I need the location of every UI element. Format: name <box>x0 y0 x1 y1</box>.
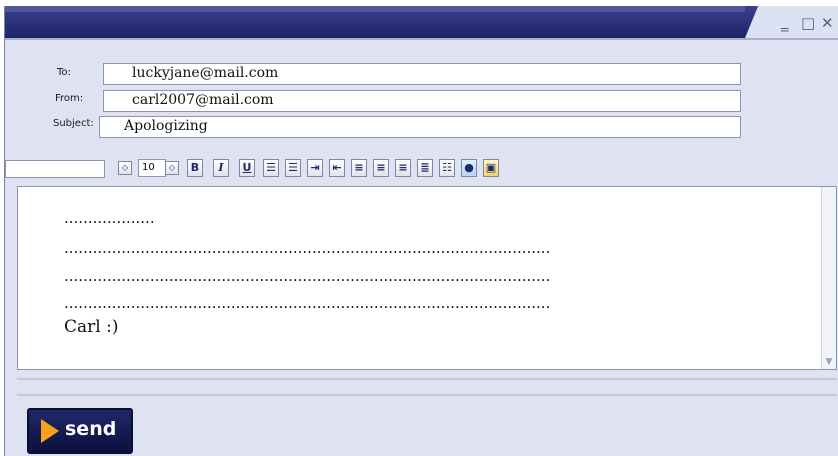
align-right-icon[interactable]: ≡ <box>395 159 411 177</box>
align-center-icon[interactable]: ≡ <box>373 159 389 177</box>
bold-button[interactable]: B <box>187 159 203 177</box>
formatting-toolbar: ◇ 10 ◇ B I U ☰ ☰ ⇥ ⇤ ≡ ≡ ≡ ≣ ☷ ● ▣ <box>5 156 838 184</box>
horizontal-rule-icon[interactable]: ☷ <box>439 159 455 177</box>
indent-icon[interactable]: ⇥ <box>307 159 323 177</box>
compose-window: ‗ □ ✕ To: luckyjane@mail.com From: carl2… <box>4 6 838 456</box>
underline-button[interactable]: U <box>239 159 255 177</box>
body-line: ........................................… <box>64 294 551 312</box>
maximize-icon[interactable]: □ <box>801 16 815 31</box>
close-icon[interactable]: ✕ <box>821 16 834 31</box>
outdent-icon[interactable]: ⇤ <box>329 159 345 177</box>
title-bar: ‗ □ ✕ <box>5 6 838 38</box>
numbered-list-icon[interactable]: ☰ <box>263 159 279 177</box>
justify-icon[interactable]: ≣ <box>417 159 433 177</box>
from-field[interactable]: carl2007@mail.com <box>103 90 741 112</box>
body-line: ........................................… <box>64 239 551 257</box>
send-button[interactable]: send <box>27 408 133 454</box>
subject-field[interactable]: Apologizing <box>99 116 741 138</box>
to-field[interactable]: luckyjane@mail.com <box>103 63 741 85</box>
window-controls-tab: ‗ □ ✕ <box>745 6 838 38</box>
insert-image-icon[interactable]: ▣ <box>483 159 499 177</box>
body-line: ................... <box>64 209 155 227</box>
bulleted-list-icon[interactable]: ☰ <box>285 159 301 177</box>
font-size-stepper-icon[interactable]: ◇ <box>165 161 179 175</box>
align-left-icon[interactable]: ≡ <box>351 159 367 177</box>
play-arrow-icon <box>41 419 59 443</box>
font-size-select[interactable]: 10 <box>138 159 166 177</box>
body-line: ........................................… <box>64 267 551 285</box>
font-family-select[interactable] <box>5 160 105 178</box>
title-gloss <box>5 6 745 12</box>
title-separator <box>5 38 838 40</box>
minimize-icon[interactable]: ‗ <box>781 16 789 31</box>
subject-label: Subject: <box>53 118 94 129</box>
to-label: To: <box>57 67 71 78</box>
divider <box>17 378 837 380</box>
message-body[interactable]: ................... ....................… <box>17 186 837 370</box>
italic-button[interactable]: I <box>213 159 229 177</box>
header-fields: To: luckyjane@mail.com From: carl2007@ma… <box>13 46 835 154</box>
scroll-down-icon[interactable]: ▼ <box>824 357 834 367</box>
font-family-stepper-icon[interactable]: ◇ <box>118 161 132 175</box>
divider <box>17 394 837 396</box>
send-label: send <box>65 418 117 440</box>
signature-line: Carl :) <box>64 317 119 337</box>
vertical-scrollbar[interactable]: ▼ <box>821 187 836 369</box>
insert-link-globe-icon[interactable]: ● <box>461 159 477 177</box>
from-label: From: <box>55 93 84 104</box>
